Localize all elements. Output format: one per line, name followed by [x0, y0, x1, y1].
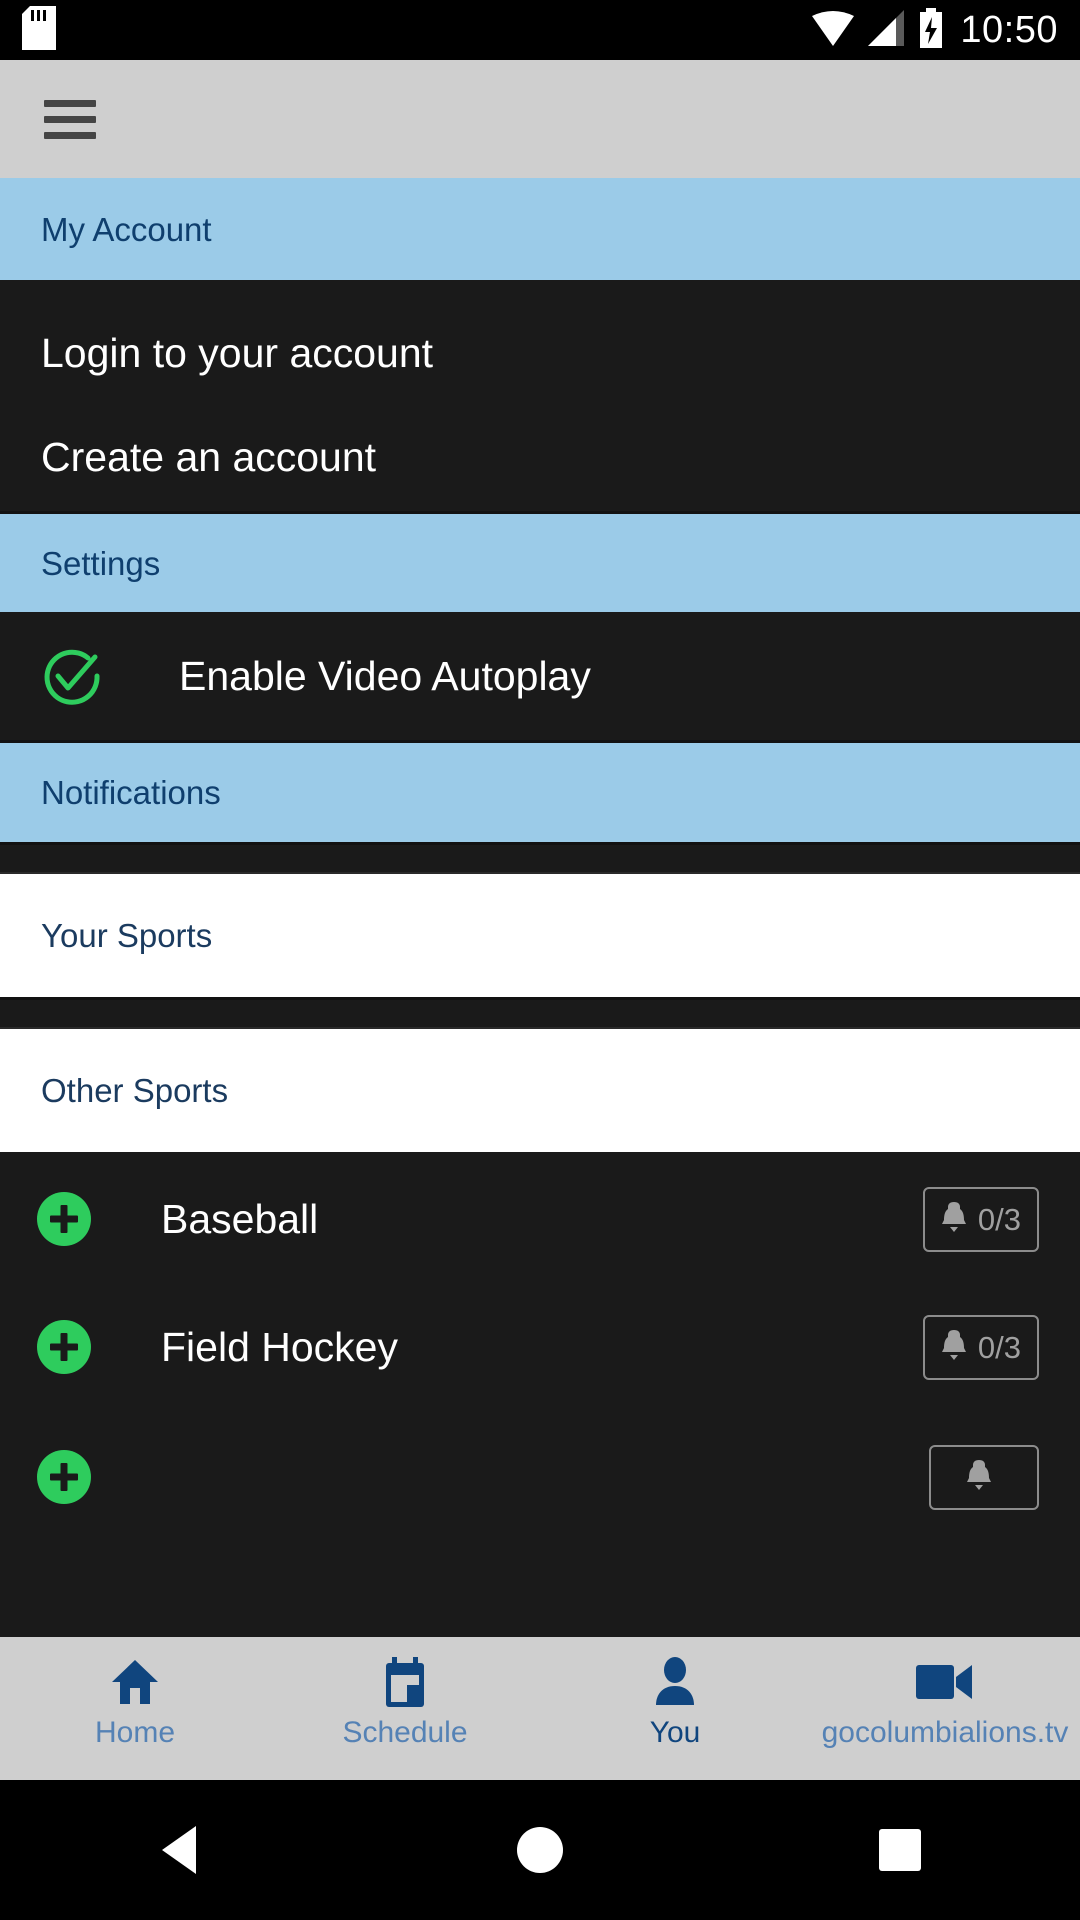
- status-bar-clock: 10:50: [960, 9, 1058, 51]
- hamburger-bar-1: [44, 99, 96, 107]
- status-bar-left: [22, 5, 56, 55]
- divider-dark: [0, 842, 1080, 874]
- app-bar: [0, 60, 1080, 178]
- hamburger-bar-2: [44, 115, 96, 123]
- bell-icon: [939, 1200, 969, 1239]
- hamburger-bar-3: [44, 131, 96, 139]
- bell-icon: [939, 1328, 969, 1367]
- nav-item-you[interactable]: You: [540, 1637, 810, 1780]
- subsection-title: Your Sports: [41, 917, 213, 954]
- home-circle-icon: [517, 1827, 563, 1873]
- sport-row-partial[interactable]: [0, 1412, 1080, 1542]
- sport-row-baseball[interactable]: Baseball 0/3: [0, 1152, 1080, 1282]
- notification-count: 0/3: [977, 1329, 1021, 1365]
- nav-item-gocolumbialions-tv[interactable]: gocolumbialions.tv: [810, 1637, 1080, 1780]
- system-recents-button[interactable]: [800, 1829, 1000, 1871]
- status-bar: 10:50: [0, 0, 1080, 60]
- section-header-my-account: My Account: [0, 178, 1080, 280]
- battery-charging-icon: [918, 7, 944, 53]
- divider-dark: [0, 997, 1080, 1029]
- recents-square-icon: [879, 1829, 921, 1871]
- menu-item-label: Create an account: [41, 433, 377, 480]
- notification-count: 0/3: [977, 1201, 1021, 1237]
- sd-card-icon: [22, 5, 56, 55]
- video-camera-icon: [916, 1658, 974, 1706]
- sport-row-field-hockey[interactable]: Field Hockey 0/3: [0, 1282, 1080, 1412]
- cellular-signal-icon: [866, 9, 906, 51]
- phone-screen: 10:50 My Account Login to your account C…: [0, 0, 1080, 1920]
- section-header-notifications: Notifications: [0, 740, 1080, 842]
- subsection-other-sports[interactable]: Other Sports: [0, 1029, 1080, 1152]
- setting-row-video-autoplay[interactable]: Enable Video Autoplay: [0, 612, 1080, 740]
- nav-item-home[interactable]: Home: [0, 1637, 270, 1780]
- sport-name-label: Baseball: [161, 1195, 319, 1242]
- bottom-navigation-bar: Home Schedule You gocolumbialions.tv: [0, 1637, 1080, 1780]
- check-circle-icon[interactable]: [41, 645, 103, 707]
- section-title: Settings: [41, 544, 161, 582]
- plus-circle-icon[interactable]: [37, 1450, 91, 1504]
- menu-item-label: Login to your account: [41, 330, 434, 376]
- system-back-button[interactable]: [80, 1824, 280, 1876]
- system-home-button[interactable]: [440, 1827, 640, 1873]
- plus-circle-icon[interactable]: [37, 1192, 91, 1246]
- wifi-icon: [812, 10, 855, 51]
- back-triangle-glyph: [162, 1826, 196, 1874]
- status-bar-right: 10:50: [812, 7, 1058, 53]
- nav-item-label: Schedule: [342, 1716, 468, 1749]
- system-navigation-bar: [0, 1780, 1080, 1920]
- nav-item-label: gocolumbialions.tv: [821, 1716, 1069, 1749]
- section-header-settings: Settings: [0, 511, 1080, 612]
- sport-name-label: Field Hockey: [161, 1323, 398, 1370]
- nav-item-label: Home: [94, 1716, 176, 1749]
- home-icon: [110, 1658, 160, 1706]
- hamburger-menu-icon[interactable]: [44, 99, 100, 139]
- menu-item-login[interactable]: Login to your account: [0, 280, 1080, 403]
- setting-label: Enable Video Autoplay: [179, 652, 591, 699]
- notification-count-badge[interactable]: 0/3: [922, 1314, 1039, 1380]
- section-title: Notifications: [41, 774, 221, 811]
- subsection-your-sports[interactable]: Your Sports: [0, 874, 1080, 997]
- subsection-title: Other Sports: [41, 1072, 229, 1109]
- nav-item-label: You: [649, 1716, 701, 1749]
- menu-item-create-account[interactable]: Create an account: [0, 403, 1080, 511]
- calendar-icon: [383, 1657, 427, 1707]
- section-title: My Account: [41, 210, 212, 248]
- person-icon: [653, 1657, 697, 1706]
- bell-icon: [964, 1458, 994, 1497]
- notification-count-badge[interactable]: [929, 1444, 1039, 1510]
- plus-circle-icon[interactable]: [37, 1320, 91, 1374]
- nav-item-schedule[interactable]: Schedule: [270, 1637, 540, 1780]
- notification-count-badge[interactable]: 0/3: [922, 1186, 1039, 1252]
